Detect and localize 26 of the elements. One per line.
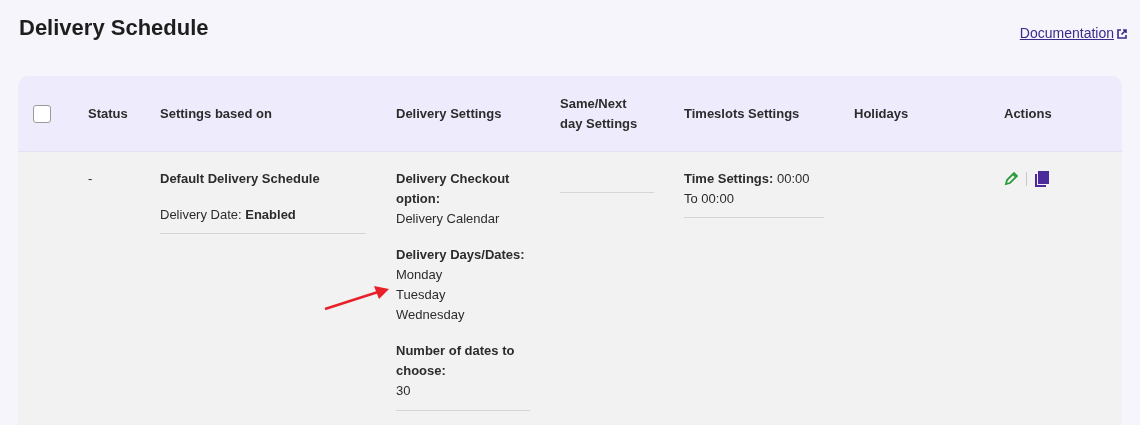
documentation-link[interactable]: Documentation: [1019, 23, 1127, 44]
select-all-checkbox[interactable]: [33, 104, 51, 123]
setting-label: Number of dates to choose:: [396, 342, 516, 380]
setting-label: Delivery Checkout option:: [396, 170, 511, 208]
copy-icon[interactable]: [1035, 171, 1049, 187]
setting-value: Monday: [396, 266, 444, 284]
schedule-name: Default Delivery Schedule: [160, 170, 321, 188]
column-header: Status: [88, 104, 129, 123]
column-header: Timeslots Settings: [684, 104, 801, 123]
delivery-date-text: Delivery Date: Enabled: [160, 206, 297, 224]
annotation-arrow: [324, 285, 390, 311]
setting-label: Delivery Days/Dates:: [396, 246, 526, 264]
setting-value: Delivery Calendar: [396, 210, 501, 228]
setting-value: 30: [396, 382, 412, 400]
column-header: Settings based on: [160, 104, 273, 123]
page-title: Delivery Schedule: [19, 14, 209, 42]
edit-icon[interactable]: [1004, 172, 1018, 186]
setting-value: Tuesday: [396, 286, 447, 304]
time-settings-text: Time Settings: 00:00 To 00:00: [684, 170, 811, 208]
external-link-icon: [1117, 28, 1127, 39]
column-header: Same/Next day Settings: [560, 94, 639, 133]
status-text: -: [88, 171, 93, 186]
column-header: Holidays: [854, 104, 910, 123]
setting-value: Wednesday: [396, 306, 466, 324]
column-header: Actions: [1004, 104, 1053, 123]
column-header: Delivery Settings: [396, 104, 503, 123]
